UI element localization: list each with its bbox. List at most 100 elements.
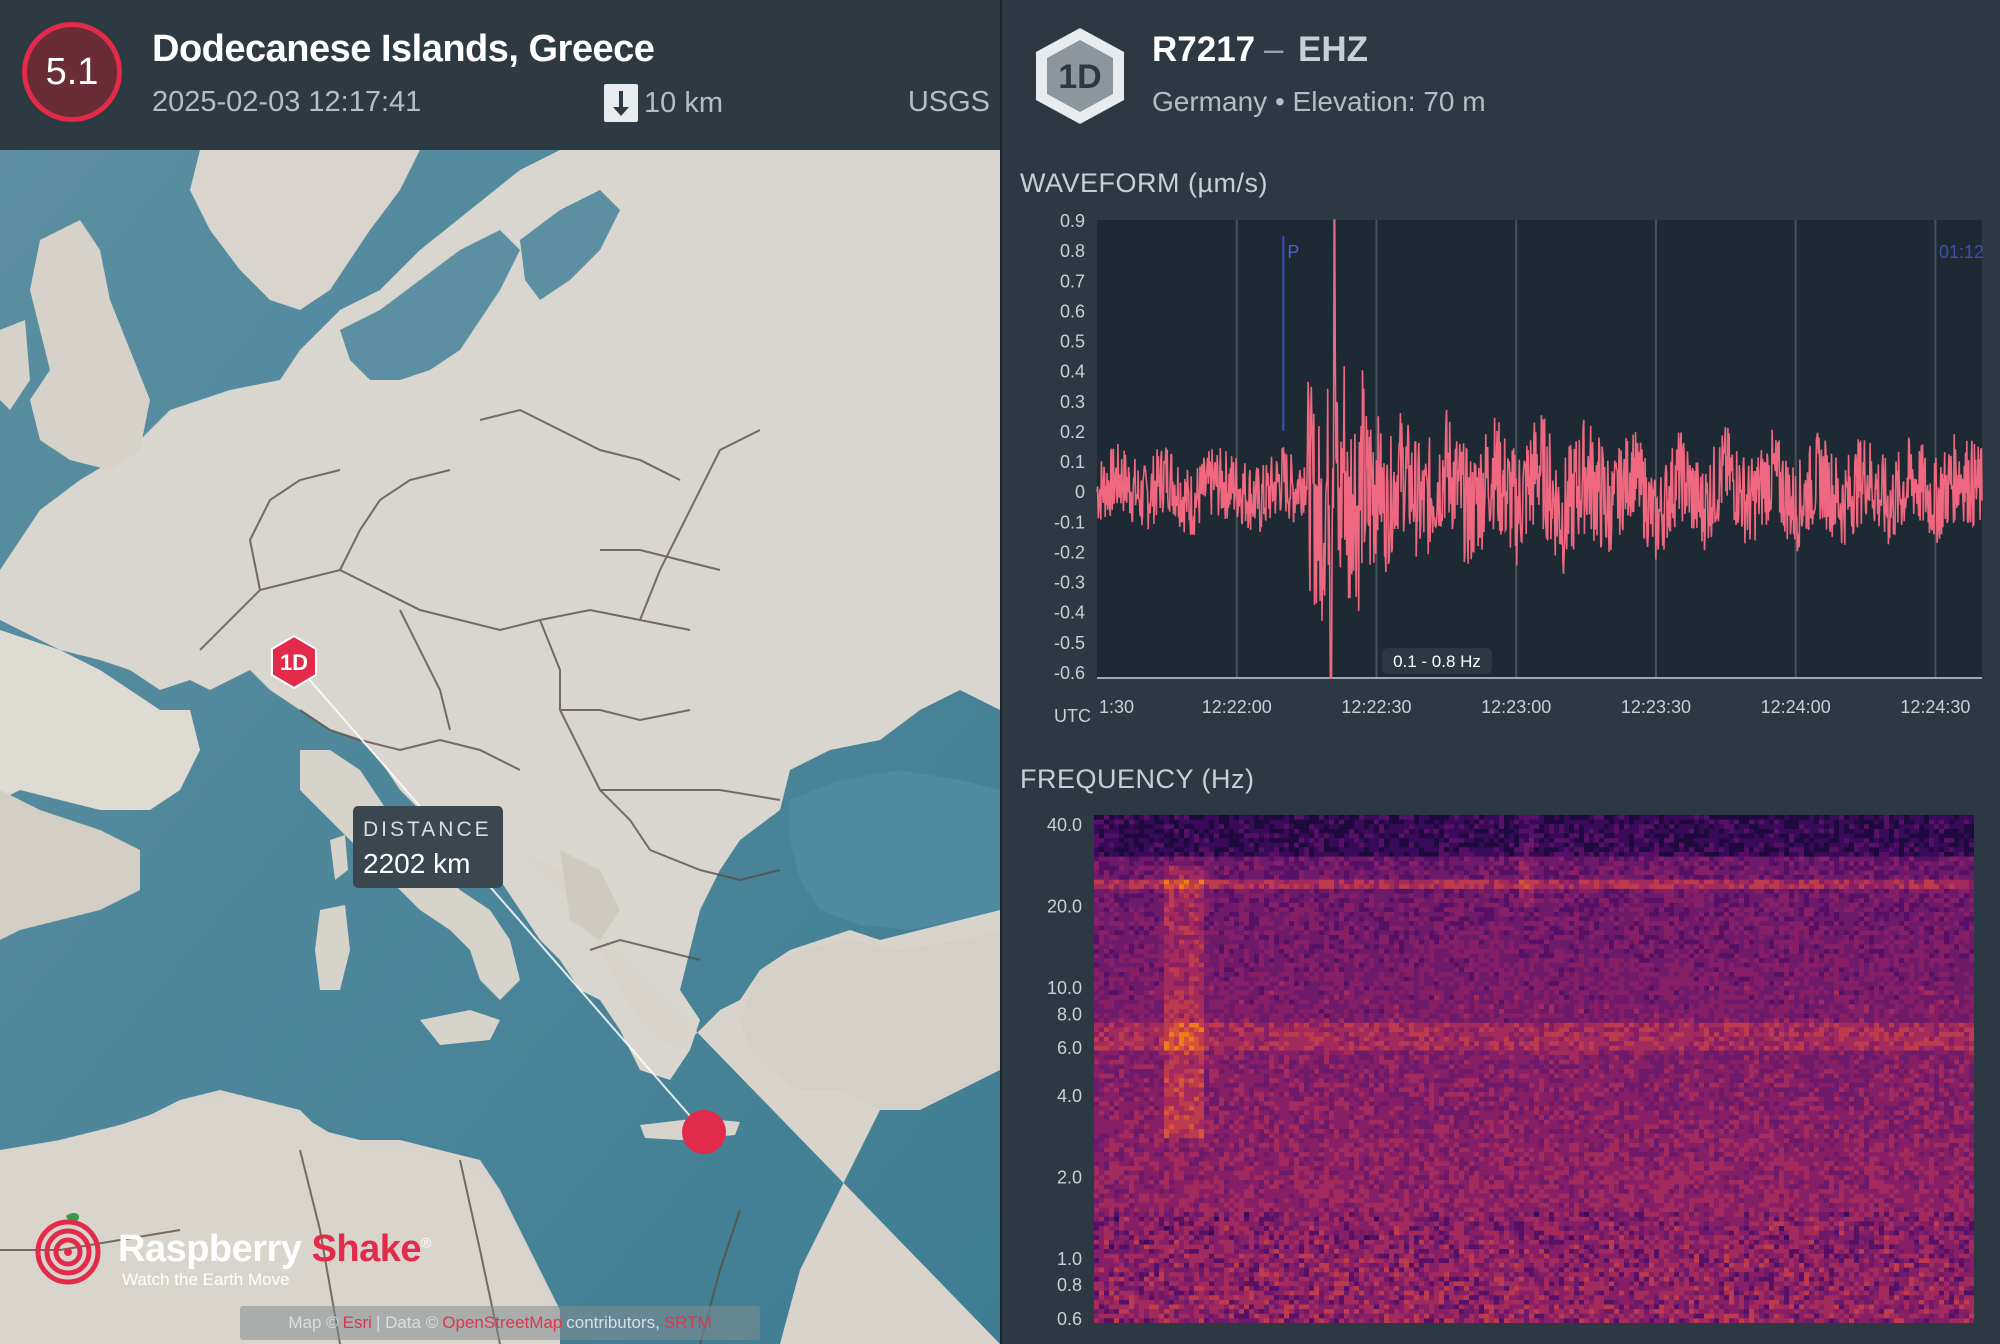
spectrogram-cell	[1549, 847, 1555, 853]
spectrogram-cell	[1194, 898, 1200, 904]
spectrogram-cell	[1624, 847, 1630, 853]
spectrogram-cell	[1424, 838, 1430, 844]
spectrogram-cell	[1494, 865, 1500, 871]
spectrogram-cell	[1874, 875, 1880, 881]
spectrogram-cell	[1689, 893, 1695, 899]
attrib-osm-link[interactable]: OpenStreetMap	[442, 1313, 562, 1333]
spectrogram-cell	[1124, 865, 1130, 871]
spectrogram-cell	[1244, 879, 1250, 885]
spectrogram-cell	[1684, 939, 1690, 945]
spectrogram-cell	[1889, 828, 1895, 834]
spectrogram-cell	[1319, 861, 1325, 867]
spectrogram-cell	[1349, 828, 1355, 834]
spectrogram-cell	[1154, 879, 1160, 885]
spectrogram-cell	[1314, 856, 1320, 862]
spectrogram-cell	[1284, 870, 1290, 876]
spectrogram-cell	[1719, 879, 1725, 885]
spectrogram-cell	[1254, 815, 1260, 821]
spectrogram-cell	[1334, 939, 1340, 945]
spectrogram-cell	[1874, 930, 1880, 936]
waveform-chart[interactable]: 0.90.80.70.60.50.40.30.20.10-0.1-0.2-0.3…	[1002, 208, 2000, 748]
spectrogram-cell	[1864, 847, 1870, 853]
spectrogram-cell	[1254, 935, 1260, 941]
spectrogram-cell	[1859, 875, 1865, 881]
spectrogram-cell	[1434, 916, 1440, 922]
spectrogram-cell	[1509, 907, 1515, 913]
spectrogram-cell	[1449, 861, 1455, 867]
spectrogram-cell	[1149, 824, 1155, 830]
spectrogram-cell	[1694, 828, 1700, 834]
spectrogram-cell	[1459, 907, 1465, 913]
spectrogram-cell	[1349, 819, 1355, 825]
spectrogram-cell	[1454, 856, 1460, 862]
spectrogram-cell	[1419, 870, 1425, 876]
spectrogram-cell	[1444, 907, 1450, 913]
spectrogram-cell	[1569, 893, 1575, 899]
spectrogram-cell	[1609, 851, 1615, 858]
spectrogram-cell	[1164, 875, 1170, 881]
spectrogram-cell	[1179, 884, 1185, 890]
spectrogram-cell	[1699, 842, 1705, 848]
spectrogram-cell	[1449, 939, 1455, 945]
spectrogram-cell	[1104, 828, 1110, 834]
attrib-srtm-link[interactable]: SRTM	[664, 1313, 712, 1333]
epicenter-marker[interactable]	[682, 1110, 726, 1154]
spectrogram-cell	[1834, 898, 1840, 904]
spectrogram-cell	[1829, 898, 1835, 904]
spectrogram-cell	[1879, 879, 1885, 885]
spectrogram-cell	[1384, 898, 1390, 904]
spectrogram-cell	[1704, 930, 1710, 936]
spectrogram-cell	[1379, 861, 1385, 867]
spectrogram-cell	[1599, 856, 1605, 862]
spectrogram-cell	[1969, 870, 1974, 876]
spectrogram-cell	[1329, 828, 1335, 834]
spectrogram-cell	[1539, 907, 1545, 913]
spectrogram-cell	[1849, 898, 1855, 904]
spectrogram-cell	[1199, 851, 1205, 858]
spectrogram-cell	[1459, 842, 1465, 848]
spectrogram-cell	[1829, 921, 1835, 927]
spectrogram-cell	[1754, 916, 1760, 922]
spectrogram-cell	[1429, 907, 1435, 913]
spectrogram-cell	[1569, 838, 1575, 844]
spectrogram-cell	[1859, 921, 1865, 927]
raspberry-shake-logo: Raspberry Shake® Watch the Earth Move	[34, 1210, 454, 1290]
spectrogram-cell	[1769, 888, 1775, 895]
spectrogram-cell	[1684, 856, 1690, 862]
spectrogram-cell	[1234, 856, 1240, 862]
spectrogram-cell	[1194, 893, 1200, 899]
spectrogram-cell	[1839, 838, 1845, 844]
spectrogram-cell	[1864, 884, 1870, 890]
spectrogram-cell	[1329, 898, 1335, 904]
spectrogram-cell	[1739, 842, 1745, 848]
spectrogram-cell	[1234, 824, 1240, 830]
attrib-esri-link[interactable]: Esri	[343, 1313, 372, 1333]
spectrogram-cell	[1814, 842, 1820, 848]
spectrogram[interactable]	[1094, 815, 1974, 1323]
spectrogram-cell	[1559, 870, 1565, 876]
spectrogram-cell	[1309, 851, 1315, 858]
spectrogram-cell	[1469, 884, 1475, 890]
spectrogram-cell	[1704, 833, 1710, 839]
spectrogram-cell	[1134, 838, 1140, 844]
spectrogram-cell	[1119, 907, 1125, 913]
spectrogram-cell	[1239, 824, 1245, 830]
spectrogram-cell	[1904, 911, 1910, 918]
map-canvas[interactable]: 1D	[0, 150, 1000, 1344]
spectrogram-cell	[1744, 916, 1750, 922]
spectrogram-cell	[1369, 815, 1375, 821]
spectrogram-cell	[1629, 902, 1635, 908]
spectrogram-cell	[1214, 921, 1220, 927]
spectrogram-cell	[1339, 815, 1345, 821]
spectrogram-cell	[1099, 833, 1105, 839]
map-view[interactable]: 1D DISTANCE 2202 km	[0, 150, 1000, 1344]
spectrogram-cell	[1434, 925, 1440, 931]
spectrogram-cell	[1464, 861, 1470, 867]
spectrogram-cell	[1474, 935, 1480, 941]
spectrogram-cell	[1434, 893, 1440, 899]
spectrogram-cell	[1324, 861, 1330, 867]
spectrogram-cell	[1484, 911, 1490, 918]
spectrogram-cell	[1234, 939, 1240, 945]
spectrogram-cell	[1299, 833, 1305, 839]
spectrogram-cell	[1529, 828, 1535, 834]
